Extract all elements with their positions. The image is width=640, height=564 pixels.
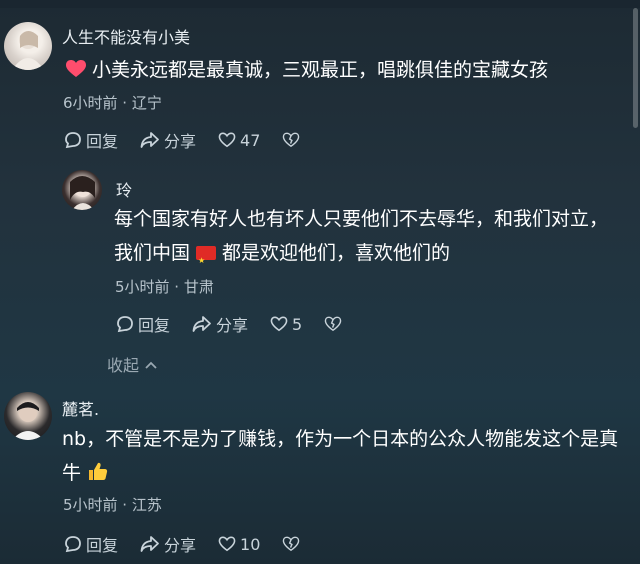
dislike-button[interactable] bbox=[282, 132, 304, 148]
thumbs-up-emoji-icon bbox=[89, 462, 108, 480]
like-count: 10 bbox=[240, 534, 261, 554]
collapse-label: 收起 bbox=[107, 356, 140, 375]
collapse-replies-button[interactable]: 收起 bbox=[107, 352, 158, 376]
avatar-portrait-icon bbox=[12, 402, 44, 440]
share-label: 分享 bbox=[164, 132, 197, 151]
reply-button[interactable]: 回复 bbox=[64, 532, 118, 556]
broken-heart-icon bbox=[324, 316, 342, 332]
comment-bubble-icon bbox=[65, 536, 81, 553]
like-button[interactable]: 5 bbox=[270, 315, 302, 334]
comment-bubble-icon bbox=[65, 132, 81, 149]
share-button[interactable]: 分享 bbox=[140, 532, 196, 556]
comment-text: 每个国家有好人也有坏人只要他们不去辱华，和我们对立，我们中国都是欢迎他们，喜欢他… bbox=[114, 202, 624, 278]
share-arrow-icon bbox=[192, 316, 211, 332]
share-label: 分享 bbox=[164, 536, 197, 555]
heart-outline-icon bbox=[218, 132, 236, 148]
reply-label: 回复 bbox=[138, 316, 171, 335]
share-button[interactable]: 分享 bbox=[140, 128, 196, 152]
share-arrow-icon bbox=[140, 536, 159, 552]
comment-actions: 回复 分享 10 bbox=[64, 532, 326, 556]
comment-bubble-icon bbox=[117, 316, 133, 333]
avatar-portrait-icon bbox=[12, 31, 44, 70]
broken-heart-icon bbox=[283, 132, 300, 148]
heart-outline-icon bbox=[270, 316, 288, 332]
chevron-up-icon bbox=[145, 361, 157, 369]
like-button[interactable]: 47 bbox=[218, 131, 260, 150]
like-button[interactable]: 10 bbox=[218, 535, 260, 554]
share-button[interactable]: 分享 bbox=[192, 312, 248, 336]
avatar[interactable] bbox=[62, 170, 102, 210]
reply-label: 回复 bbox=[86, 132, 119, 151]
comment-actions: 回复 分享 47 bbox=[64, 128, 326, 152]
heart-emoji-icon bbox=[66, 60, 86, 77]
username[interactable]: 麓茗. bbox=[62, 396, 99, 420]
share-arrow-icon bbox=[140, 132, 159, 148]
avatar[interactable] bbox=[4, 22, 52, 70]
username[interactable]: 人生不能没有小美 bbox=[62, 24, 190, 48]
comment-actions: 回复 分享 5 bbox=[116, 312, 368, 336]
reply-button[interactable]: 回复 bbox=[64, 128, 118, 152]
reply-label: 回复 bbox=[86, 536, 119, 555]
like-count: 5 bbox=[292, 314, 303, 334]
dislike-button[interactable] bbox=[282, 536, 304, 552]
username[interactable]: 玲 bbox=[116, 177, 132, 201]
avatar[interactable] bbox=[4, 392, 52, 440]
comment-text: 小美永远都是最真诚，三观最正，唱跳俱佳的宝藏女孩 bbox=[66, 53, 626, 87]
like-count: 47 bbox=[240, 130, 261, 150]
comment-text-content: nb，不管是不是为了赚钱，作为一个日本的公众人物能发这个是真牛 bbox=[62, 428, 619, 484]
heart-outline-icon bbox=[218, 536, 236, 552]
top-edge bbox=[0, 0, 640, 8]
scrollbar[interactable] bbox=[633, 8, 638, 128]
china-flag-icon bbox=[196, 244, 217, 278]
share-label: 分享 bbox=[216, 316, 249, 335]
comment-meta: 5小时前 · 江苏 bbox=[63, 496, 162, 514]
avatar-portrait-icon bbox=[70, 176, 95, 210]
comment-text: nb，不管是不是为了赚钱，作为一个日本的公众人物能发这个是真牛 bbox=[62, 422, 622, 490]
comment-meta: 6小时前 · 辽宁 bbox=[63, 94, 162, 112]
comment-meta: 5小时前 · 甘肃 bbox=[115, 278, 214, 296]
reply-button[interactable]: 回复 bbox=[116, 312, 170, 336]
comment-text-content: 小美永远都是最真诚，三观最正，唱跳俱佳的宝藏女孩 bbox=[92, 59, 549, 81]
comment-text-part: 都是欢迎他们，喜欢他们的 bbox=[222, 242, 451, 264]
dislike-button[interactable] bbox=[324, 316, 346, 332]
broken-heart-icon bbox=[283, 536, 300, 552]
